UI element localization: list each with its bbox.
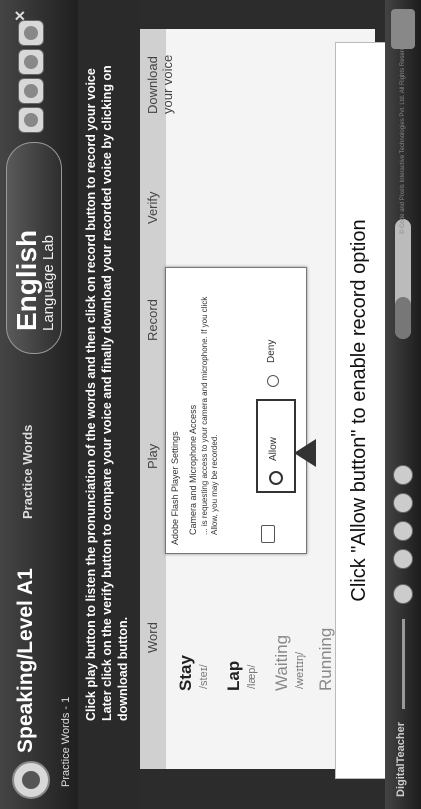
arrow-up-icon xyxy=(294,439,316,467)
word-text: Waiting xyxy=(272,634,291,691)
phonetic-text: /læp/ xyxy=(246,664,258,689)
word-text: Lap xyxy=(224,660,243,691)
phonetic-text: /steɪ/ xyxy=(198,664,210,689)
progress-fill xyxy=(395,297,411,339)
instruction-line-1: Click play button to listen the pronunci… xyxy=(84,68,98,721)
footer-bar: DigitalTeacher © Code and Pixels Interac… xyxy=(385,0,421,809)
flash-settings-dialog: Adobe Flash Player Settings Camera and M… xyxy=(165,267,316,554)
caption-box: Click "Allow button" to enable record op… xyxy=(335,42,389,779)
caption-text: Click "Allow button" to enable record op… xyxy=(348,219,370,602)
replay-icon[interactable] xyxy=(393,465,413,485)
volume-slider[interactable] xyxy=(402,619,405,709)
brand-badge: English Language Lab xyxy=(6,142,62,354)
tab-practice-words[interactable]: Practice Words xyxy=(20,425,35,519)
settings-icon[interactable] xyxy=(18,107,44,133)
logo-icon xyxy=(12,761,50,799)
allow-option[interactable]: Allow xyxy=(256,399,296,493)
instructions-panel: Click play button to listen the pronunci… xyxy=(78,0,140,809)
deny-label[interactable]: Deny xyxy=(266,340,277,363)
breadcrumb: Practice Words - 1 xyxy=(60,696,72,787)
allow-radio[interactable] xyxy=(269,471,283,485)
table-header: Word Play Record Verify Download your vo… xyxy=(140,29,175,769)
column-header-download: Download your voice xyxy=(145,54,175,114)
help-icon[interactable] xyxy=(18,78,44,104)
camera-icon xyxy=(261,525,275,543)
app-window: Speaking/Level A1 Practice Words English… xyxy=(0,0,421,809)
close-icon[interactable]: × xyxy=(10,10,31,21)
sound-icon[interactable] xyxy=(18,49,44,75)
dialog-title: Adobe Flash Player Settings xyxy=(170,431,180,545)
dialog-body: ... is requesting access to your camera … xyxy=(200,296,219,535)
info-icon[interactable] xyxy=(18,20,44,46)
brand-main-text: English xyxy=(11,229,42,331)
word-text: Stay xyxy=(176,655,195,691)
column-header-play: Play xyxy=(145,443,160,469)
footer-menu-button[interactable] xyxy=(391,9,415,49)
next-icon[interactable] xyxy=(393,493,413,513)
instruction-line-3: download button. xyxy=(116,616,130,721)
column-header-verify: Verify xyxy=(145,191,160,224)
footer-copyright: © Code and Pixels Interactive Technologi… xyxy=(400,38,406,234)
header-bar: Speaking/Level A1 Practice Words English… xyxy=(0,0,78,809)
phonetic-text: /weɪtɪŋ/ xyxy=(294,651,306,689)
column-header-word: Word xyxy=(145,622,160,653)
word-text: Running xyxy=(316,627,335,691)
brand-sub-text: Language Lab xyxy=(40,235,57,331)
footer-brand: DigitalTeacher xyxy=(395,722,407,797)
deny-option[interactable]: Deny xyxy=(256,303,292,393)
allow-label[interactable]: Allow xyxy=(268,437,279,461)
page-title: Speaking/Level A1 xyxy=(14,568,37,753)
dialog-subtitle: Camera and Microphone Access xyxy=(188,404,198,535)
deny-radio[interactable] xyxy=(267,375,279,387)
instruction-line-2: Later click on the verify button to comp… xyxy=(100,65,114,721)
volume-icon[interactable] xyxy=(393,584,413,604)
play-icon[interactable] xyxy=(393,521,413,541)
column-header-record: Record xyxy=(145,299,160,341)
previous-icon[interactable] xyxy=(393,549,413,569)
progress-bar[interactable] xyxy=(395,219,411,339)
